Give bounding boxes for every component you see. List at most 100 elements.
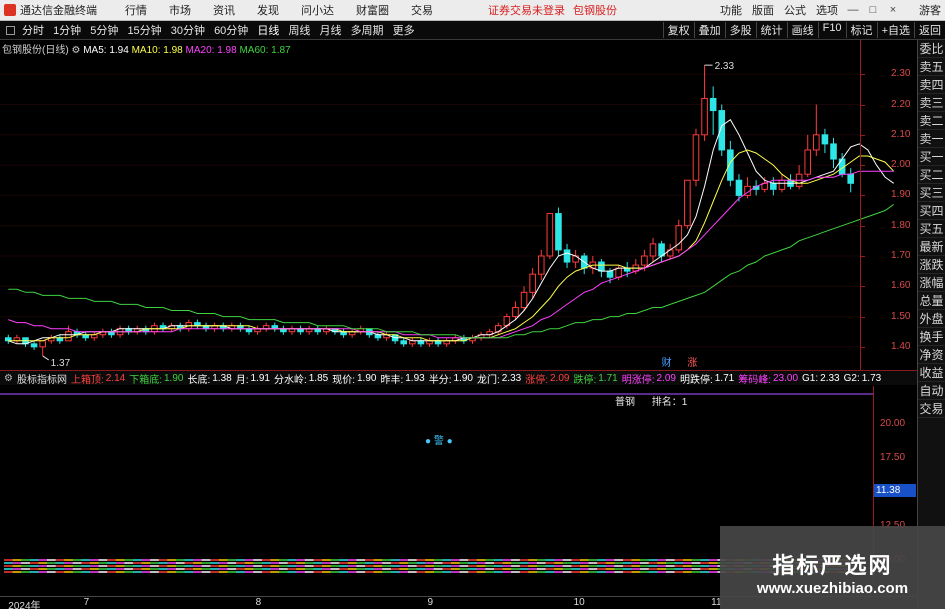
menu-banmian[interactable]: 版面 xyxy=(747,2,779,18)
candlestick-chart[interactable]: 2.33 1.37 财 涨 xyxy=(0,40,917,370)
tab-15min[interactable]: 15分钟 xyxy=(124,25,164,37)
trade-login-status[interactable]: 证券交易未登录 xyxy=(488,2,565,18)
ribbon-cell xyxy=(244,571,254,573)
sidebar-item-3[interactable]: 卖三 xyxy=(918,94,945,112)
ribbon-cell xyxy=(356,565,366,567)
sidebar-item-18[interactable]: 收益 xyxy=(918,364,945,382)
maximize-button[interactable]: □ xyxy=(863,4,883,16)
candle-20 xyxy=(176,322,184,332)
ribbon-cell xyxy=(4,568,13,570)
tool-biaoji[interactable]: 标记 xyxy=(845,22,877,38)
tool-fuquan[interactable]: 复权 xyxy=(662,22,694,38)
sidebar-item-2[interactable]: 卖四 xyxy=(918,76,945,94)
sidebar-item-8[interactable]: 买三 xyxy=(918,184,945,202)
sidebar-item-6[interactable]: 买一 xyxy=(918,148,945,166)
ribbon-cell xyxy=(579,568,589,570)
ribbon-cell xyxy=(554,562,563,564)
ribbon-cell xyxy=(450,562,460,564)
tab-60min[interactable]: 60分钟 xyxy=(211,25,251,37)
ribbon-cell xyxy=(270,562,280,564)
sidebar-item-9[interactable]: 买四 xyxy=(918,202,945,220)
menu-caifuquan[interactable]: 财富圈 xyxy=(345,2,400,18)
ribbon-cell xyxy=(562,568,572,570)
ma10-label: MA10: 1.98 xyxy=(131,45,183,56)
sidebar-item-0[interactable]: 委比 xyxy=(918,40,945,58)
ribbon-cell xyxy=(141,565,151,567)
candle-49 xyxy=(426,337,433,347)
tab-multi-period[interactable]: 多周期 xyxy=(348,25,387,37)
settings-gear-icon[interactable]: ⚙ xyxy=(71,45,80,56)
candle-65 xyxy=(563,243,571,269)
ribbon-cell xyxy=(115,559,125,561)
ribbon-cell xyxy=(528,559,538,561)
minimize-button[interactable]: — xyxy=(843,4,863,16)
sidebar-item-5[interactable]: 卖一 xyxy=(918,130,945,148)
ribbon-cell xyxy=(210,565,220,567)
ribbon-cell xyxy=(528,571,538,573)
candle-75 xyxy=(649,237,657,263)
tool-add-watchlist[interactable]: +自选 xyxy=(876,22,914,38)
ribbon-cell xyxy=(46,568,56,570)
tool-back[interactable]: 返回 xyxy=(914,22,945,38)
ribbon-cell xyxy=(442,562,452,564)
ribbon-cell xyxy=(236,571,245,573)
tool-duogu[interactable]: 多股 xyxy=(724,22,756,38)
menu-jiaoyi[interactable]: 交易 xyxy=(400,2,444,18)
indicator-gear-icon[interactable]: ⚙ xyxy=(4,373,13,384)
ribbon-cell xyxy=(150,571,159,573)
tool-tongji[interactable]: 统计 xyxy=(755,22,787,38)
sidebar-item-17[interactable]: 净资 xyxy=(918,346,945,364)
sidebar-item-7[interactable]: 买二 xyxy=(918,166,945,184)
menu-zixun[interactable]: 资讯 xyxy=(202,2,246,18)
menu-gongshi[interactable]: 公式 xyxy=(779,2,811,18)
ribbon-cell xyxy=(640,559,649,561)
sidebar-item-4[interactable]: 卖二 xyxy=(918,112,945,130)
menu-shichang[interactable]: 市场 xyxy=(158,2,202,18)
ribbon-cell xyxy=(12,562,22,564)
tab-more[interactable]: 更多 xyxy=(390,25,418,37)
tab-daily[interactable]: 日线 xyxy=(254,25,282,37)
indicator-key-15: G2: xyxy=(843,372,860,384)
ribbon-cell xyxy=(201,568,211,570)
sidebar-item-10[interactable]: 买五 xyxy=(918,220,945,238)
tool-f10[interactable]: F10 xyxy=(817,22,846,38)
ribbon-cell xyxy=(81,571,91,573)
price-tick-mark-4 xyxy=(861,195,865,197)
sidebar-item-14[interactable]: 总量 xyxy=(918,292,945,310)
indicator-name[interactable]: 股标指标网 xyxy=(17,371,67,386)
guest-label[interactable]: 游客 xyxy=(919,2,941,18)
ribbon-cell xyxy=(64,565,73,567)
tab-30min[interactable]: 30分钟 xyxy=(168,25,208,37)
sidebar-item-13[interactable]: 涨幅 xyxy=(918,274,945,292)
ribbon-cell xyxy=(46,562,56,564)
close-button[interactable]: × xyxy=(883,4,903,16)
sidebar-item-16[interactable]: 换手 xyxy=(918,328,945,346)
sidebar-item-1[interactable]: 卖五 xyxy=(918,58,945,76)
sidebar-item-15[interactable]: 外盘 xyxy=(918,310,945,328)
tab-monthly[interactable]: 月线 xyxy=(317,25,345,37)
menu-wenxiaoda[interactable]: 问小达 xyxy=(290,2,345,18)
sidebar-item-20[interactable]: 交易 xyxy=(918,400,945,418)
sidebar-item-12[interactable]: 涨跌 xyxy=(918,256,945,274)
tool-diejia[interactable]: 叠加 xyxy=(693,22,725,38)
ribbon-cell xyxy=(674,562,684,564)
sidebar-item-11[interactable]: 最新 xyxy=(918,238,945,256)
tab-1min[interactable]: 1分钟 xyxy=(50,25,84,37)
finance-badge[interactable]: 财 xyxy=(662,356,672,369)
limit-up-badge[interactable]: 涨 xyxy=(687,357,697,369)
ribbon-cell xyxy=(330,565,340,567)
toolbar-checkbox[interactable] xyxy=(6,25,15,35)
ribbon-cell xyxy=(700,565,710,567)
ribbon-cell xyxy=(597,571,606,573)
menu-xuanxiang[interactable]: 选项 xyxy=(811,2,843,18)
tab-5min[interactable]: 5分钟 xyxy=(87,25,121,37)
tab-weekly[interactable]: 周线 xyxy=(285,25,313,37)
menu-faxian[interactable]: 发现 xyxy=(246,2,290,18)
menu-hangqing[interactable]: 行情 xyxy=(114,2,158,18)
ribbon-cell xyxy=(408,565,417,567)
tab-fenshi[interactable]: 分时 xyxy=(19,25,47,37)
tool-huaxian[interactable]: 画线 xyxy=(786,22,818,38)
menu-gongneng[interactable]: 功能 xyxy=(715,2,747,18)
sidebar-item-19[interactable]: 自动 xyxy=(918,382,945,400)
ribbon-cell xyxy=(588,562,598,564)
